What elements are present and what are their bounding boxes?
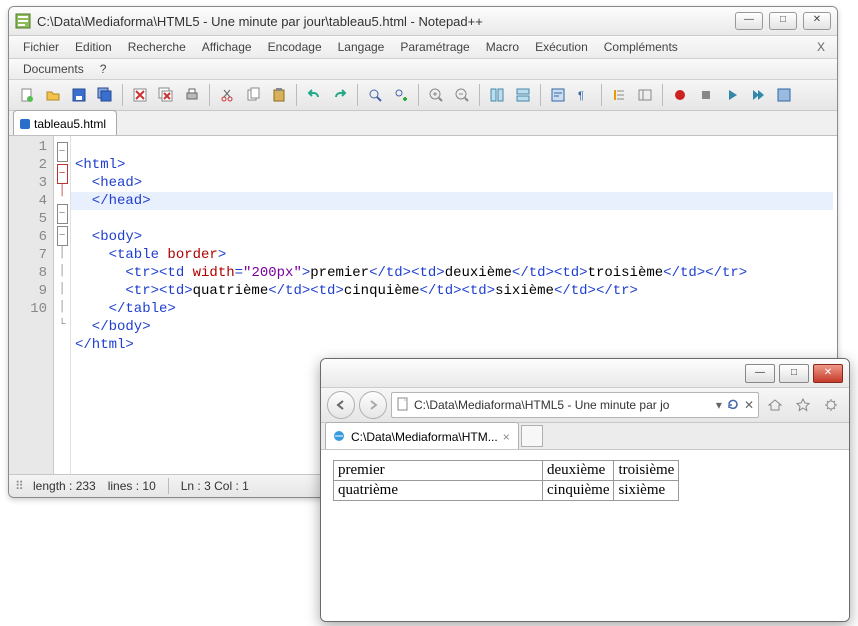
favorites-icon[interactable] bbox=[791, 393, 815, 417]
file-status-icon bbox=[20, 119, 30, 129]
paste-icon[interactable] bbox=[267, 83, 291, 107]
save-icon[interactable] bbox=[67, 83, 91, 107]
cut-icon[interactable] bbox=[215, 83, 239, 107]
menu-affichage[interactable]: Affichage bbox=[196, 38, 258, 56]
sync-h-icon[interactable] bbox=[511, 83, 535, 107]
menu-complements[interactable]: Compléments bbox=[598, 38, 684, 56]
sync-v-icon[interactable] bbox=[485, 83, 509, 107]
back-button[interactable] bbox=[327, 391, 355, 419]
status-lines: lines : 10 bbox=[108, 479, 156, 493]
refresh-icon[interactable] bbox=[726, 397, 740, 414]
ie-tab-close-icon[interactable]: × bbox=[503, 430, 510, 444]
save-all-icon[interactable] bbox=[93, 83, 117, 107]
close-button[interactable]: ✕ bbox=[803, 12, 831, 30]
new-file-icon[interactable] bbox=[15, 83, 39, 107]
page-icon bbox=[396, 397, 410, 414]
play-multi-icon[interactable] bbox=[746, 83, 770, 107]
file-tab-label: tableau5.html bbox=[34, 117, 106, 131]
folder-panel-icon[interactable] bbox=[633, 83, 657, 107]
menubar-row2: Documents ? bbox=[9, 59, 837, 80]
close-file-icon[interactable] bbox=[128, 83, 152, 107]
app-icon bbox=[15, 13, 31, 29]
table-cell: cinquième bbox=[543, 481, 614, 501]
status-length: length : 233 bbox=[33, 479, 96, 493]
record-macro-icon[interactable] bbox=[668, 83, 692, 107]
menubar: Fichier Edition Recherche Affichage Enco… bbox=[9, 36, 837, 59]
table-cell: sixième bbox=[614, 481, 679, 501]
table-row: premier deuxième troisième bbox=[334, 461, 679, 481]
ie-tabstrip: C:\Data\Mediaforma\HTM... × bbox=[321, 423, 849, 450]
zoom-out-icon[interactable] bbox=[450, 83, 474, 107]
table-cell: quatrième bbox=[334, 481, 543, 501]
ie-new-tab-button[interactable] bbox=[521, 425, 543, 447]
fold-column[interactable]: − − │ − − ││││└ bbox=[54, 136, 71, 474]
file-tab[interactable]: tableau5.html bbox=[13, 110, 117, 135]
ie-navbar: C:\Data\Mediaforma\HTML5 - Une minute pa… bbox=[321, 388, 849, 423]
show-all-chars-icon[interactable]: ¶ bbox=[572, 83, 596, 107]
address-text: C:\Data\Mediaforma\HTML5 - Une minute pa… bbox=[414, 398, 712, 412]
menu-documents[interactable]: Documents bbox=[17, 60, 90, 78]
copy-icon[interactable] bbox=[241, 83, 265, 107]
maximize-button[interactable]: □ bbox=[769, 12, 797, 30]
stop-icon[interactable]: ✕ bbox=[744, 398, 754, 412]
menu-execution[interactable]: Exécution bbox=[529, 38, 594, 56]
menu-langage[interactable]: Langage bbox=[332, 38, 391, 56]
open-file-icon[interactable] bbox=[41, 83, 65, 107]
play-macro-icon[interactable] bbox=[720, 83, 744, 107]
ie-tab[interactable]: C:\Data\Mediaforma\HTM... × bbox=[325, 422, 519, 449]
undo-icon[interactable] bbox=[302, 83, 326, 107]
menu-encodage[interactable]: Encodage bbox=[262, 38, 328, 56]
menu-fichier[interactable]: Fichier bbox=[17, 38, 65, 56]
address-bar[interactable]: C:\Data\Mediaforma\HTML5 - Une minute pa… bbox=[391, 392, 759, 418]
table-row: quatrième cinquième sixième bbox=[334, 481, 679, 501]
ie-window: — □ ✕ C:\Data\Mediaforma\HTML5 - Une min… bbox=[320, 358, 850, 622]
window-title: C:\Data\Mediaforma\HTML5 - Une minute pa… bbox=[37, 14, 735, 29]
home-icon[interactable] bbox=[763, 393, 787, 417]
ie-page-content: premier deuxième troisième quatrième cin… bbox=[321, 450, 849, 621]
ie-minimize-button[interactable]: — bbox=[745, 364, 775, 383]
svg-text:¶: ¶ bbox=[578, 90, 584, 102]
ie-maximize-button[interactable]: □ bbox=[779, 364, 809, 383]
zoom-in-icon[interactable] bbox=[424, 83, 448, 107]
ie-titlebar[interactable]: — □ ✕ bbox=[321, 359, 849, 388]
indent-guide-icon[interactable] bbox=[607, 83, 631, 107]
menu-macro[interactable]: Macro bbox=[480, 38, 525, 56]
line-number-gutter: 1 2 3 4 5 6 7 8 9 10 bbox=[9, 136, 54, 474]
print-icon[interactable] bbox=[180, 83, 204, 107]
menu-edition[interactable]: Edition bbox=[69, 38, 118, 56]
dropdown-icon[interactable]: ▾ bbox=[716, 398, 722, 412]
table-cell: deuxième bbox=[543, 461, 614, 481]
replace-icon[interactable] bbox=[389, 83, 413, 107]
close-all-icon[interactable] bbox=[154, 83, 178, 107]
titlebar[interactable]: C:\Data\Mediaforma\HTML5 - Une minute pa… bbox=[9, 7, 837, 36]
find-icon[interactable] bbox=[363, 83, 387, 107]
menu-help[interactable]: ? bbox=[94, 60, 113, 78]
save-macro-icon[interactable] bbox=[772, 83, 796, 107]
stop-macro-icon[interactable] bbox=[694, 83, 718, 107]
forward-button[interactable] bbox=[359, 391, 387, 419]
menu-recherche[interactable]: Recherche bbox=[122, 38, 192, 56]
tools-icon[interactable] bbox=[819, 393, 843, 417]
menubar-close-x[interactable]: X bbox=[817, 40, 829, 54]
ie-tab-label: C:\Data\Mediaforma\HTM... bbox=[351, 430, 498, 444]
status-position: Ln : 3 Col : 1 bbox=[181, 479, 249, 493]
minimize-button[interactable]: — bbox=[735, 12, 763, 30]
tabstrip: tableau5.html bbox=[9, 111, 837, 136]
table-cell: troisième bbox=[614, 461, 679, 481]
wordwrap-icon[interactable] bbox=[546, 83, 570, 107]
redo-icon[interactable] bbox=[328, 83, 352, 107]
table-cell: premier bbox=[334, 461, 543, 481]
ie-close-button[interactable]: ✕ bbox=[813, 364, 843, 383]
ie-logo-icon bbox=[332, 429, 346, 446]
toolbar: ¶ bbox=[9, 80, 837, 111]
menu-parametrage[interactable]: Paramétrage bbox=[394, 38, 475, 56]
rendered-table: premier deuxième troisième quatrième cin… bbox=[333, 460, 679, 501]
